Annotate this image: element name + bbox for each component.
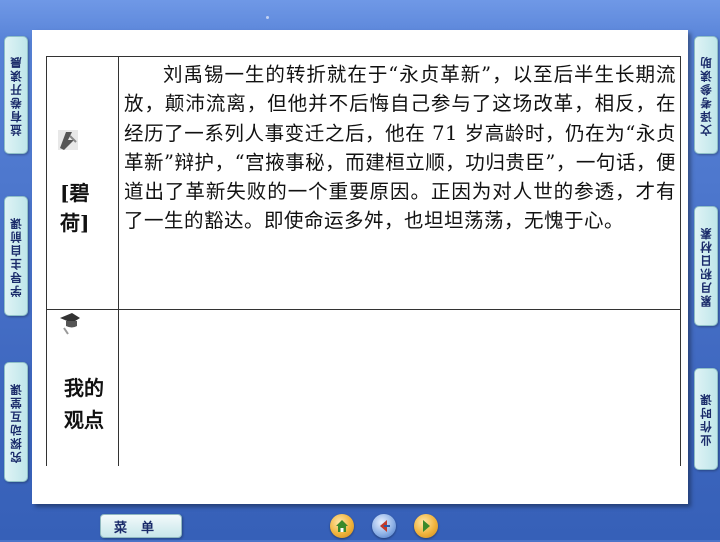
table-row-divider bbox=[46, 309, 681, 310]
tab-classroom[interactable]: 究探动互堂课 bbox=[4, 362, 28, 482]
row-label-bihe: [碧荷] bbox=[60, 181, 90, 235]
graduation-cap-icon bbox=[58, 310, 82, 340]
tab-materials[interactable]: 累月积日材素 bbox=[694, 206, 718, 326]
my-view-area[interactable] bbox=[124, 316, 676, 462]
tab-homework[interactable]: 业作时课 bbox=[694, 368, 718, 470]
tab-label: 文译考参读助 bbox=[699, 54, 713, 136]
tab-label: 学导主自前课 bbox=[9, 215, 23, 297]
table-column-divider bbox=[118, 56, 119, 466]
back-icon bbox=[380, 520, 390, 532]
decorative-dot bbox=[266, 16, 269, 19]
forward-icon bbox=[423, 520, 430, 532]
home-button[interactable] bbox=[330, 514, 354, 538]
table-border-left bbox=[46, 56, 47, 466]
table-border-top bbox=[46, 56, 681, 57]
pen-icon bbox=[56, 128, 80, 156]
tab-label: 益有卷开读晨 bbox=[9, 54, 23, 136]
home-icon bbox=[336, 520, 348, 532]
menu-button[interactable]: 菜单 bbox=[100, 514, 182, 538]
tab-label: 累月积日材素 bbox=[699, 225, 713, 307]
tab-translation[interactable]: 文译考参读助 bbox=[694, 36, 718, 154]
tab-label: 究探动互堂课 bbox=[9, 381, 23, 463]
tab-preview[interactable]: 学导主自前课 bbox=[4, 196, 28, 316]
back-button[interactable] bbox=[372, 514, 396, 538]
table-border-right bbox=[680, 56, 681, 466]
row-label-my-view: 我的观点 bbox=[64, 376, 104, 432]
tab-morning-reading[interactable]: 益有卷开读晨 bbox=[4, 36, 28, 154]
commentary-text: 刘禹锡一生的转折就在于“永贞革新”，以至后半生长期流放，颠沛流离，但他并不后悔自… bbox=[124, 63, 676, 233]
tab-label: 业作时课 bbox=[699, 392, 713, 446]
forward-button[interactable] bbox=[414, 514, 438, 538]
